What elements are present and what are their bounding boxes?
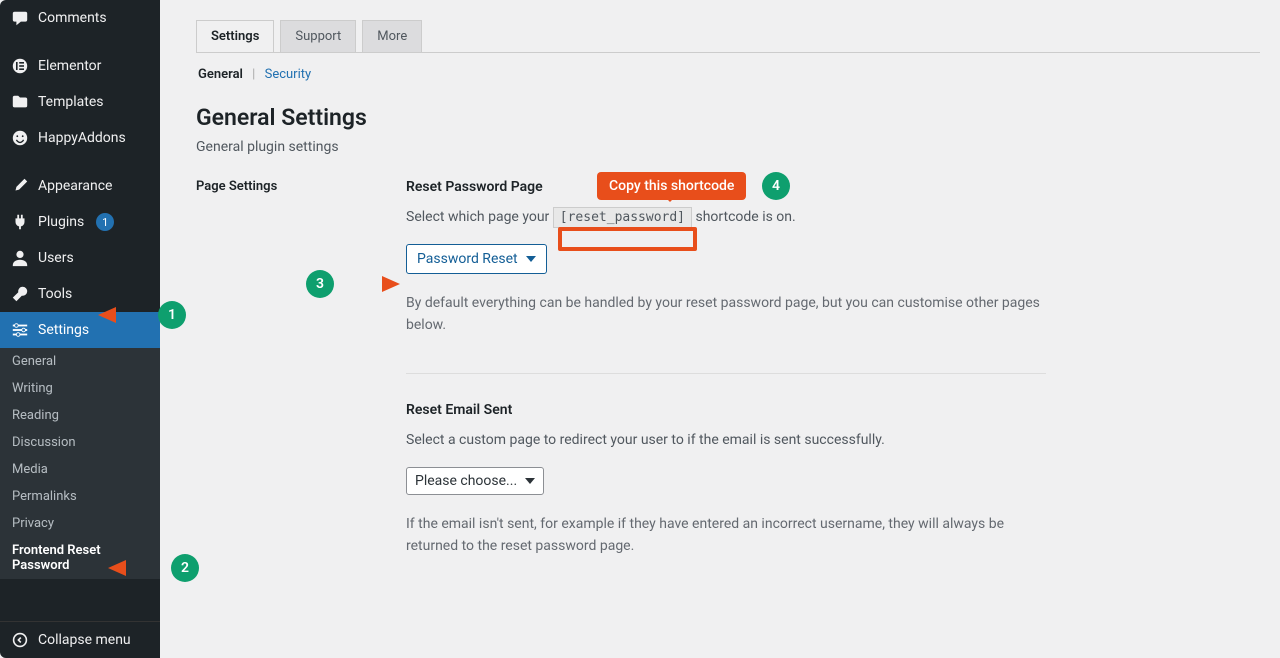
- sidebar-item-comments[interactable]: Comments: [0, 0, 160, 36]
- collapse-label: Collapse menu: [38, 632, 131, 648]
- sidebar-item-label: Plugins: [38, 214, 84, 230]
- sidebar-item-label: Templates: [38, 94, 104, 110]
- sidebar-subitem-general[interactable]: General: [0, 348, 160, 375]
- subtabs: General | Security: [196, 53, 1260, 96]
- reset-email-desc: Select a custom page to redirect your us…: [406, 430, 1046, 451]
- reset-email-title: Reset Email Sent: [406, 402, 1046, 418]
- sidebar-item-happyaddons[interactable]: HappyAddons: [0, 120, 160, 156]
- reset-password-desc: Select which page your [reset_password] …: [406, 207, 1046, 228]
- folder-icon: [10, 92, 30, 112]
- sidebar-item-label: Tools: [38, 286, 72, 302]
- annotation-badge-4: 4: [762, 172, 790, 200]
- sidebar-item-elementor[interactable]: Elementor: [0, 48, 160, 84]
- plug-icon: [10, 212, 30, 232]
- sidebar-item-plugins[interactable]: Plugins 1: [0, 204, 160, 240]
- tab-more[interactable]: More: [362, 20, 422, 52]
- sidebar-subitem-privacy[interactable]: Privacy: [0, 510, 160, 537]
- annotation-arrow-3: [336, 273, 400, 295]
- annotation-badge-3: 3: [306, 270, 334, 298]
- page-subtitle: General plugin settings: [196, 139, 1260, 155]
- section-label: Page Settings: [196, 179, 406, 558]
- tab-support[interactable]: Support: [280, 20, 356, 52]
- tabs: Settings Support More: [196, 20, 1260, 53]
- elementor-icon: [10, 56, 30, 76]
- desc-pre: Select which page your: [406, 209, 553, 225]
- plugin-badge: 1: [96, 213, 114, 231]
- user-icon: [10, 248, 30, 268]
- annotation-badge-1: 1: [158, 301, 186, 329]
- annotation-rect-shortcode: [558, 227, 697, 251]
- brush-icon: [10, 176, 30, 196]
- annotation-tooltip: Copy this shortcode: [597, 172, 746, 200]
- comment-icon: [10, 8, 30, 28]
- main-content: Settings Support More General | Security…: [160, 0, 1280, 658]
- sidebar-subitem-reading[interactable]: Reading: [0, 402, 160, 429]
- subtab-security[interactable]: Security: [265, 67, 312, 82]
- sidebar-item-label: Comments: [38, 10, 107, 26]
- sliders-icon: [10, 320, 30, 340]
- sidebar-item-templates[interactable]: Templates: [0, 84, 160, 120]
- wrench-icon: [10, 284, 30, 304]
- collapse-menu[interactable]: Collapse menu: [0, 621, 160, 658]
- sidebar-item-label: Users: [38, 250, 74, 266]
- chevron-down-icon: [525, 478, 535, 484]
- happy-icon: [10, 128, 30, 148]
- sidebar-subitem-discussion[interactable]: Discussion: [0, 429, 160, 456]
- sidebar-item-label: Elementor: [38, 58, 101, 74]
- reset-password-note: By default everything can be handled by …: [406, 292, 1046, 337]
- reset-password-select[interactable]: Password Reset: [406, 244, 547, 274]
- page-title: General Settings: [196, 104, 1260, 131]
- sidebar-subitem-writing[interactable]: Writing: [0, 375, 160, 402]
- annotation-badge-2: 2: [171, 554, 199, 582]
- reset-email-note: If the email isn't sent, for example if …: [406, 513, 1046, 558]
- sidebar-item-users[interactable]: Users: [0, 240, 160, 276]
- annotation-arrow-1: [98, 304, 162, 326]
- reset-email-select[interactable]: Please choose...: [406, 467, 544, 495]
- pipe: |: [252, 67, 255, 82]
- chevron-down-icon: [526, 256, 536, 262]
- desc-post: shortcode is on.: [696, 209, 796, 225]
- subtab-general[interactable]: General: [198, 67, 243, 82]
- sidebar-item-label: Appearance: [38, 178, 112, 194]
- annotation-arrow-2: [108, 557, 172, 579]
- collapse-icon: [10, 630, 30, 650]
- sidebar-item-label: HappyAddons: [38, 130, 126, 146]
- sidebar-subitem-permalinks[interactable]: Permalinks: [0, 483, 160, 510]
- sidebar-item-label: Settings: [38, 322, 89, 338]
- sidebar-subitem-media[interactable]: Media: [0, 456, 160, 483]
- divider: [406, 373, 1046, 374]
- sidebar-item-appearance[interactable]: Appearance: [0, 168, 160, 204]
- select-value: Please choose...: [415, 473, 517, 489]
- tab-settings[interactable]: Settings: [196, 20, 274, 52]
- settings-submenu: General Writing Reading Discussion Media…: [0, 348, 160, 579]
- select-value: Password Reset: [417, 251, 518, 267]
